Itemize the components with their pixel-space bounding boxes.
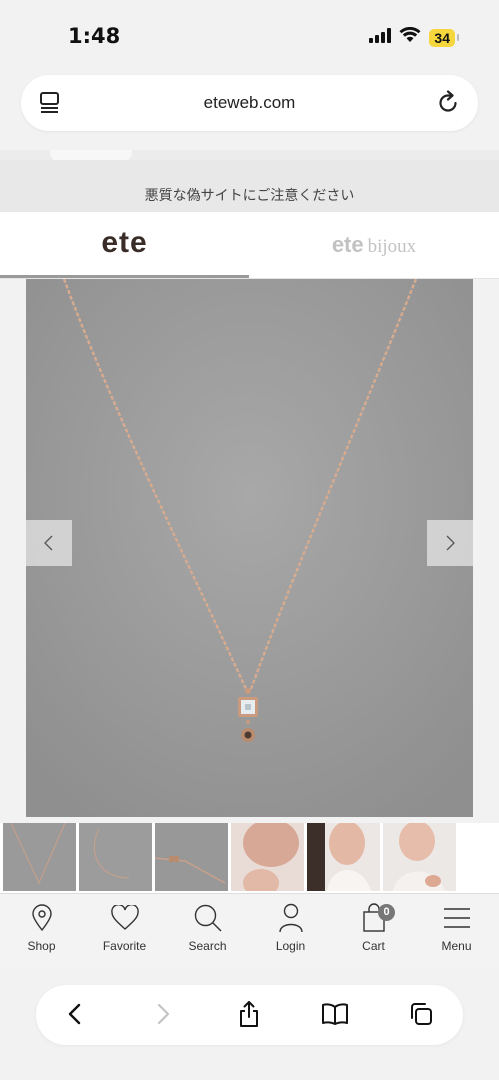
brand-tabs: ete ete bijoux bbox=[0, 212, 499, 279]
model-thumb-4[interactable] bbox=[231, 823, 304, 891]
share-icon bbox=[237, 1000, 261, 1033]
tabs-button[interactable] bbox=[406, 1001, 436, 1031]
prev-image-button[interactable] bbox=[26, 520, 72, 566]
map-pin-icon bbox=[0, 902, 83, 934]
status-bar: 1:48 34 bbox=[0, 0, 499, 70]
necklace-thumb-2[interactable] bbox=[79, 823, 152, 891]
back-button[interactable] bbox=[60, 1001, 90, 1031]
browser-toolbar bbox=[0, 969, 499, 1080]
back-icon bbox=[67, 1003, 83, 1030]
nav-cart[interactable]: 0 Cart bbox=[332, 902, 415, 953]
necklace-product-photo bbox=[26, 279, 473, 817]
signal-icon bbox=[369, 27, 392, 48]
nav-label-menu: Menu bbox=[441, 939, 472, 953]
warning-text: 悪質な偽サイトにご注意ください bbox=[144, 187, 355, 203]
ete-logo: ete bbox=[101, 226, 148, 259]
necklace-thumb-1[interactable] bbox=[3, 823, 76, 891]
heart-icon bbox=[83, 902, 166, 934]
cart-count-badge: 0 bbox=[378, 904, 395, 921]
site-bottom-nav: Shop Favorite Search Login 0 Cart Menu bbox=[0, 893, 499, 969]
bookmarks-icon bbox=[321, 1002, 349, 1030]
nav-label-login: Login bbox=[275, 939, 306, 953]
nav-shop[interactable]: Shop bbox=[0, 902, 83, 953]
nav-login[interactable]: Login bbox=[249, 902, 332, 953]
nav-label-cart: Cart bbox=[362, 939, 385, 953]
search-icon bbox=[166, 902, 249, 934]
battery-icon: 34 bbox=[429, 28, 459, 47]
address-bar[interactable]: eteweb.com bbox=[21, 75, 478, 131]
status-time: 1:48 bbox=[68, 24, 121, 48]
tabs-icon bbox=[408, 1001, 434, 1032]
url-text[interactable]: eteweb.com bbox=[21, 93, 478, 113]
active-tab-indicator bbox=[0, 275, 249, 278]
reload-icon[interactable] bbox=[436, 90, 460, 121]
ete-bijoux-logo-prefix: ete bbox=[331, 232, 364, 257]
menu-icon bbox=[415, 902, 498, 934]
nav-label-shop: Shop bbox=[27, 939, 56, 953]
wifi-icon bbox=[399, 26, 421, 48]
nav-label-search: Search bbox=[188, 939, 227, 953]
nav-label-favorite: Favorite bbox=[102, 939, 147, 953]
nav-favorite[interactable]: Favorite bbox=[83, 902, 166, 953]
product-main-image[interactable] bbox=[26, 279, 473, 817]
model-thumb-6[interactable] bbox=[383, 823, 456, 891]
warning-banner: 悪質な偽サイトにご注意ください bbox=[0, 160, 499, 212]
necklace-thumb-3[interactable] bbox=[155, 823, 228, 891]
forward-button[interactable] bbox=[148, 1001, 178, 1031]
nav-menu[interactable]: Menu bbox=[415, 902, 498, 953]
status-icons: 34 bbox=[369, 26, 459, 48]
bookmarks-button[interactable] bbox=[320, 1001, 350, 1031]
model-thumb-5[interactable] bbox=[307, 823, 380, 891]
bag-icon bbox=[332, 902, 415, 934]
tab-ete-bijoux[interactable]: ete bijoux bbox=[249, 212, 499, 278]
tab-ete[interactable]: ete bbox=[0, 212, 249, 278]
next-image-button[interactable] bbox=[427, 520, 473, 566]
forward-icon bbox=[155, 1003, 171, 1030]
user-icon bbox=[249, 902, 332, 934]
nav-search[interactable]: Search bbox=[166, 902, 249, 953]
browser-toolbar-pill bbox=[36, 985, 463, 1045]
thumbnail-strip bbox=[0, 823, 499, 893]
share-button[interactable] bbox=[234, 1000, 264, 1033]
ete-bijoux-logo-suffix: bijoux bbox=[367, 236, 417, 257]
